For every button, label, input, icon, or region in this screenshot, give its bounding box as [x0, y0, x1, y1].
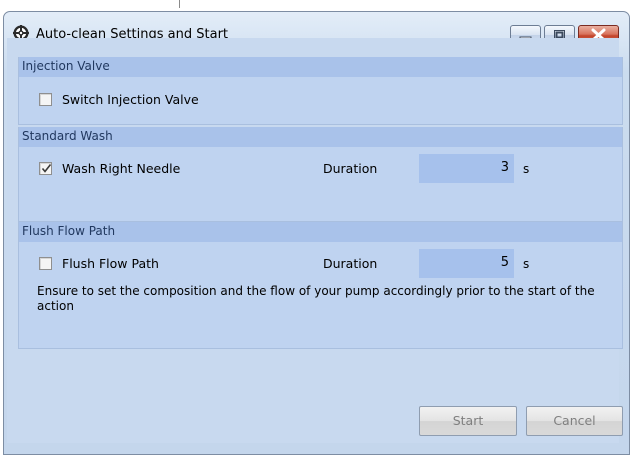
wash-right-needle-label: Wash Right Needle [62, 161, 181, 176]
flush-duration-input[interactable]: 5 [419, 249, 514, 278]
wash-duration-input[interactable]: 3 [419, 154, 514, 183]
standard-wash-group: Standard Wash Wash Right Needle Duration… [18, 127, 623, 222]
standard-wash-header: Standard Wash [19, 127, 622, 147]
switch-injection-valve-label: Switch Injection Valve [62, 92, 199, 107]
checkmark-icon [41, 164, 52, 173]
flush-flow-path-header: Flush Flow Path [19, 222, 622, 242]
background-divider [179, 0, 180, 8]
wash-duration-unit: s [523, 162, 530, 176]
wash-duration-label: Duration [323, 161, 378, 176]
cancel-button[interactable]: Cancel [526, 406, 623, 436]
flush-duration-label: Duration [323, 256, 378, 271]
flush-duration-unit: s [523, 257, 530, 271]
flush-flow-path-group: Flush Flow Path Flush Flow Path Duration… [18, 222, 623, 349]
flush-flow-path-label: Flush Flow Path [62, 256, 159, 271]
flush-note-text: Ensure to set the composition and the fl… [37, 284, 595, 313]
wash-right-needle-checkbox[interactable] [39, 162, 52, 175]
injection-valve-group: Injection Valve Switch Injection Valve [18, 57, 623, 125]
injection-valve-header: Injection Valve [19, 57, 622, 77]
flush-flow-path-checkbox[interactable] [39, 257, 52, 270]
start-button[interactable]: Start [419, 406, 517, 436]
switch-injection-valve-checkbox[interactable] [39, 93, 52, 106]
